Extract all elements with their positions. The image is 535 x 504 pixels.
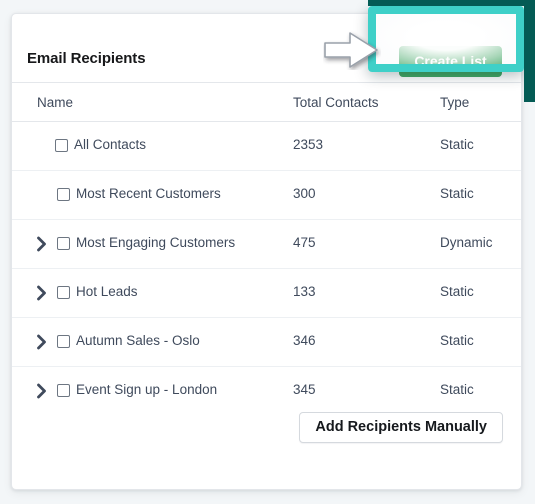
cell-total-contacts: 475 xyxy=(293,235,316,250)
table-row[interactable]: All Contacts 2353 Static xyxy=(12,122,521,171)
table-header-row: Name Total Contacts Type xyxy=(12,83,521,122)
cell-name: Most Recent Customers xyxy=(76,186,221,201)
cell-type: Static xyxy=(440,382,474,397)
cell-name: Event Sign up - London xyxy=(76,382,218,397)
cell-total-contacts: 346 xyxy=(293,333,316,348)
column-header-contacts: Total Contacts xyxy=(293,95,379,110)
cell-type: Static xyxy=(440,186,474,201)
column-header-type: Type xyxy=(440,95,470,110)
chevron-right-icon[interactable] xyxy=(35,381,49,401)
edge-strip-top xyxy=(368,0,535,6)
cell-type: Dynamic xyxy=(440,235,493,250)
create-list-button[interactable]: Create List xyxy=(399,46,502,77)
cell-total-contacts: 300 xyxy=(293,186,316,201)
card-header: Email Recipients Create List xyxy=(12,14,521,83)
table-body: All Contacts 2353 Static Most Recent Custom… xyxy=(12,122,521,415)
checkbox-unchecked-icon[interactable] xyxy=(57,335,70,348)
checkbox-unchecked-icon[interactable] xyxy=(55,139,68,152)
cell-name: Hot Leads xyxy=(76,284,138,299)
cell-total-contacts: 345 xyxy=(293,382,316,397)
card-footer: Add Recipients Manually xyxy=(12,399,521,489)
recipients-table: Name Total Contacts Type All Contacts 235… xyxy=(12,83,521,415)
column-header-name: Name xyxy=(37,95,74,110)
checkbox-unchecked-icon[interactable] xyxy=(57,384,70,397)
email-recipients-card: Email Recipients Create List Name Total … xyxy=(11,13,522,490)
chevron-right-icon[interactable] xyxy=(35,332,49,352)
cell-total-contacts: 2353 xyxy=(293,137,324,152)
cell-name: Autumn Sales - Oslo xyxy=(76,333,200,348)
checkbox-unchecked-icon[interactable] xyxy=(57,286,70,299)
page-root: Email Recipients Create List Name Total … xyxy=(0,0,535,504)
cell-total-contacts: 133 xyxy=(293,284,316,299)
cell-type: Static xyxy=(440,284,474,299)
add-recipients-manually-button[interactable]: Add Recipients Manually xyxy=(299,412,503,443)
edge-strip-right xyxy=(524,0,535,102)
table-row[interactable]: Autumn Sales - Oslo 346 Static xyxy=(12,318,521,367)
table-row[interactable]: Most Recent Customers 300 Static xyxy=(12,171,521,220)
cell-name: Most Engaging Customers xyxy=(76,235,236,250)
table-row[interactable]: Hot Leads 133 Static xyxy=(12,269,521,318)
cell-name: All Contacts xyxy=(74,137,147,152)
checkbox-unchecked-icon[interactable] xyxy=(57,237,70,250)
chevron-right-icon[interactable] xyxy=(35,234,49,254)
cell-type: Static xyxy=(440,333,474,348)
page-title: Email Recipients xyxy=(27,50,146,67)
checkbox-unchecked-icon[interactable] xyxy=(57,188,70,201)
cell-type: Static xyxy=(440,137,474,152)
table-row[interactable]: Most Engaging Customers 475 Dynamic xyxy=(12,220,521,269)
chevron-right-icon[interactable] xyxy=(35,283,49,303)
